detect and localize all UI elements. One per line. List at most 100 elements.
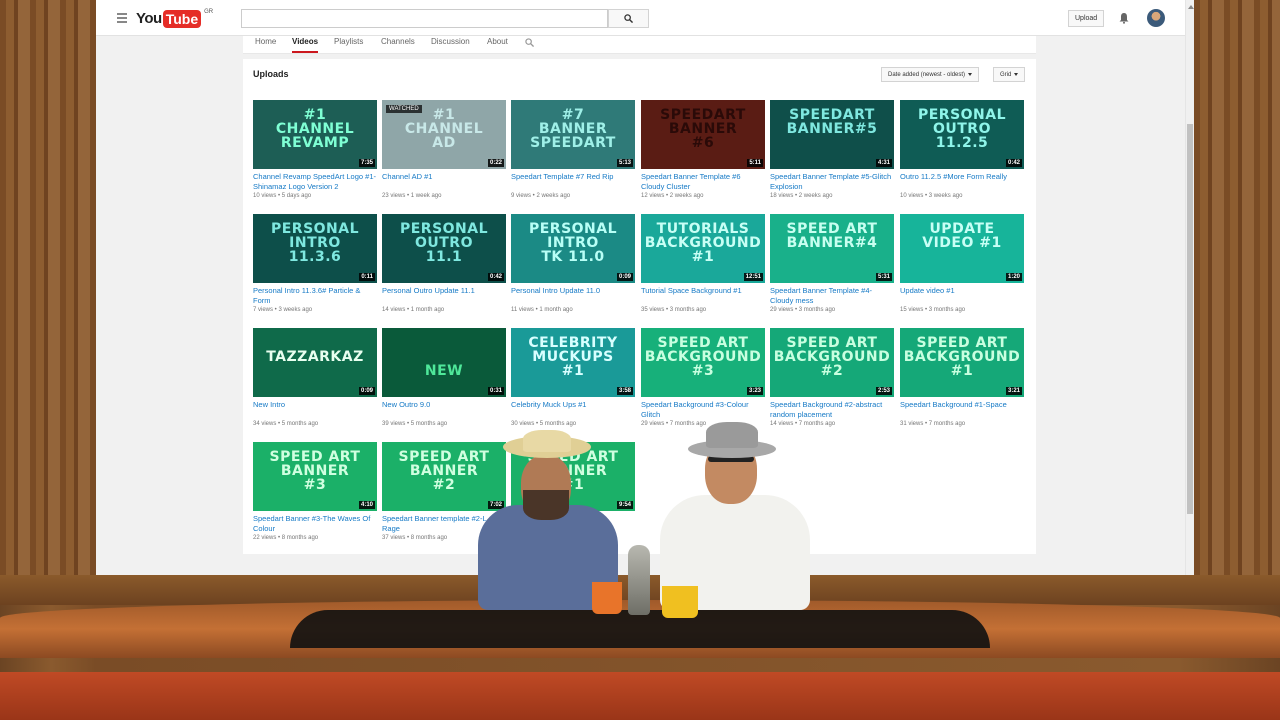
video-thumbnail[interactable]: SPEED ART BACKGROUND #2 2:53: [770, 328, 894, 397]
upload-age: 7 months ago: [928, 421, 966, 427]
video-title-link[interactable]: Personal Outro Update 11.1: [382, 286, 506, 306]
scrollbar-thumb[interactable]: [1187, 124, 1193, 514]
upload-age: 8 months ago: [410, 535, 448, 541]
tab-discussion[interactable]: Discussion: [431, 37, 470, 53]
video-card[interactable]: NEW 0:31 New Outro 9.0 39 views • 5 months …: [382, 328, 506, 429]
video-title-link[interactable]: Personal Intro 11.3.6# Particle & Form: [253, 286, 377, 306]
thumbnail-text: TAZZARKAZ: [266, 349, 364, 365]
video-card[interactable]: TUTORIALS BACKGROUND #1 12:51 Tutorial Spa…: [641, 214, 765, 315]
video-thumbnail[interactable]: PERSONAL OUTRO 11.1 0:42: [382, 214, 506, 283]
video-card[interactable]: SPEED ART BACKGROUND #1 3:21 Speedart Back…: [900, 328, 1024, 429]
notifications-bell-icon[interactable]: [1118, 12, 1130, 24]
video-title-link[interactable]: Celebrity Muck Ups #1: [511, 400, 635, 420]
video-title-link[interactable]: Speedart Banner Template #5-Glitch Explo…: [770, 172, 894, 192]
thumbnail-text: SPEED ART BACKGROUND #3: [644, 335, 762, 379]
video-meta: 34 views • 5 months ago: [253, 421, 319, 427]
video-card[interactable]: #1 CHANNEL REVAMP 7:35 Channel Revamp Spee…: [253, 100, 377, 201]
video-card[interactable]: TAZZARKAZ 0:09 New Intro 34 views • 5 month…: [253, 328, 377, 429]
page-scrollbar[interactable]: [1185, 0, 1194, 575]
menu-icon[interactable]: [117, 13, 127, 23]
sort-dropdown[interactable]: Date added (newest - oldest): [881, 67, 980, 82]
video-thumbnail[interactable]: UPDATE VIDEO #1 1:20: [900, 214, 1024, 283]
uploads-heading: Uploads: [253, 69, 289, 79]
video-card[interactable]: SPEED ART BANNER #3 4:10 Speedart Banner #…: [253, 442, 377, 543]
account-avatar[interactable]: [1147, 9, 1165, 27]
duration-badge: 2:53: [875, 387, 892, 395]
video-title-link[interactable]: Speedart Banner Template #6 Cloudy Clust…: [641, 172, 765, 192]
video-card[interactable]: SPEED ART BACKGROUND #3 3:23 Speedart Back…: [641, 328, 765, 429]
video-card[interactable]: SPEEDART BANNER#5 4:31 Speedart Banner Tem…: [770, 100, 894, 201]
video-title-link[interactable]: Speedart Banner Template #4-Cloudy mess: [770, 286, 894, 306]
duration-badge: 3:58: [616, 387, 633, 395]
upload-button[interactable]: Upload: [1068, 10, 1105, 27]
view-count: 34 views: [253, 421, 277, 427]
thumbnail-text: SPEEDART BANNER#5: [786, 107, 878, 137]
video-thumbnail[interactable]: SPEED ART BANNER #3 4:10: [253, 442, 377, 511]
desk-front-panel: [0, 672, 1280, 720]
video-title-link[interactable]: Tutorial Space Background #1: [641, 286, 765, 306]
video-title-link[interactable]: Outro 11.2.5 #More Form Really: [900, 172, 1024, 192]
region-label: GR: [204, 8, 214, 15]
logo-tube-text: Tube: [162, 9, 202, 28]
video-card[interactable]: PERSONAL OUTRO 11.2.5 0:42 Outro 11.2.5 #M…: [900, 100, 1024, 201]
video-thumbnail[interactable]: PERSONAL INTRO TK 11.0 0:09: [511, 214, 635, 283]
tab-channels[interactable]: Channels: [381, 37, 415, 53]
video-card[interactable]: SPEED ART BACKGROUND #2 2:53 Speedart Back…: [770, 328, 894, 429]
view-dropdown[interactable]: Grid: [993, 67, 1026, 82]
tab-playlists[interactable]: Playlists: [334, 37, 363, 53]
video-card[interactable]: PERSONAL INTRO 11.3.6 0:11 Personal Intro …: [253, 214, 377, 315]
video-title-link[interactable]: Speedart Background #3-Colour Glitch: [641, 400, 765, 420]
video-meta: 7 views • 3 weeks ago: [253, 307, 313, 313]
video-thumbnail[interactable]: SPEEDART BANNER#5 4:31: [770, 100, 894, 169]
video-title-link[interactable]: Update video #1: [900, 286, 1024, 306]
video-card[interactable]: CELEBRITY MUCKUPS #1 3:58 Celebrity Muck U…: [511, 328, 635, 429]
search-input[interactable]: [241, 9, 608, 28]
tab-videos[interactable]: Videos: [292, 37, 319, 53]
video-card[interactable]: SPEEDART BANNER #6 5:11 Speedart Banner Te…: [641, 100, 765, 201]
video-card[interactable]: #1 CHANNEL AD WATCHED 0:22 Channel AD #1 23 …: [382, 100, 506, 201]
tab-about[interactable]: About: [487, 37, 508, 53]
view-count: 18 views: [770, 193, 794, 199]
video-card[interactable]: PERSONAL OUTRO 11.1 0:42 Personal Outro Up…: [382, 214, 506, 315]
video-thumbnail[interactable]: NEW 0:31: [382, 328, 506, 397]
duration-badge: 0:11: [359, 273, 375, 281]
video-title-link[interactable]: Personal Intro Update 11.0: [511, 286, 635, 306]
view-count: 11 views: [511, 307, 534, 313]
video-thumbnail[interactable]: SPEED ART BACKGROUND #1 3:21: [900, 328, 1024, 397]
video-title-link[interactable]: Channel Revamp SpeedArt Logo #1-Shinamaz…: [253, 172, 377, 192]
video-thumbnail[interactable]: #1 CHANNEL AD WATCHED 0:22: [382, 100, 506, 169]
view-count: 23 views: [382, 193, 406, 199]
video-thumbnail[interactable]: SPEEDART BANNER #6 5:11: [641, 100, 765, 169]
youtube-logo[interactable]: You Tube GR: [136, 9, 213, 28]
video-title-link[interactable]: Speedart Background #2-abstract random p…: [770, 400, 894, 420]
video-thumbnail[interactable]: SPEED ART BACKGROUND #3 3:23: [641, 328, 765, 397]
video-title-link[interactable]: New Intro: [253, 400, 377, 420]
video-title-link[interactable]: New Outro 9.0: [382, 400, 506, 420]
duration-badge: 0:22: [487, 159, 504, 167]
channel-search-icon[interactable]: [525, 38, 534, 47]
video-card[interactable]: #7 BANNER SPEEDART 5:13 Speedart Template …: [511, 100, 635, 201]
video-thumbnail[interactable]: CELEBRITY MUCKUPS #1 3:58: [511, 328, 635, 397]
video-thumbnail[interactable]: SPEED ART BANNER#4 5:31: [770, 214, 894, 283]
video-title-link[interactable]: Speedart Template #7 Red Rip: [511, 172, 635, 192]
video-thumbnail[interactable]: PERSONAL INTRO 11.3.6 0:11: [253, 214, 377, 283]
video-title-link[interactable]: Speedart Background #1-Space: [900, 400, 1024, 420]
video-thumbnail[interactable]: #7 BANNER SPEEDART 5:13: [511, 100, 635, 169]
video-thumbnail[interactable]: TAZZARKAZ 0:09: [253, 328, 377, 397]
video-title-link[interactable]: Speedart Banner #3-The Waves Of Colour: [253, 514, 377, 534]
sort-label: Date added (newest - oldest): [888, 71, 966, 78]
search-button[interactable]: [608, 9, 649, 28]
view-count: 31 views: [900, 421, 924, 427]
scroll-up-arrow-icon[interactable]: [1188, 5, 1194, 9]
video-card[interactable]: UPDATE VIDEO #1 1:20 Update video #1 15 vie…: [900, 214, 1024, 315]
tab-home[interactable]: Home: [255, 37, 276, 53]
upload-age: 3 months ago: [798, 307, 836, 313]
logo-you-text: You: [136, 10, 162, 27]
video-thumbnail[interactable]: #1 CHANNEL REVAMP 7:35: [253, 100, 377, 169]
video-thumbnail[interactable]: TUTORIALS BACKGROUND #1 12:51: [641, 214, 765, 283]
video-thumbnail[interactable]: PERSONAL OUTRO 11.2.5 0:42: [900, 100, 1024, 169]
view-label: Grid: [1000, 71, 1012, 78]
video-card[interactable]: SPEED ART BANNER#4 5:31 Speedart Banner Te…: [770, 214, 894, 315]
video-title-link[interactable]: Channel AD #1: [382, 172, 506, 192]
video-card[interactable]: PERSONAL INTRO TK 11.0 0:09 Personal Intro…: [511, 214, 635, 315]
